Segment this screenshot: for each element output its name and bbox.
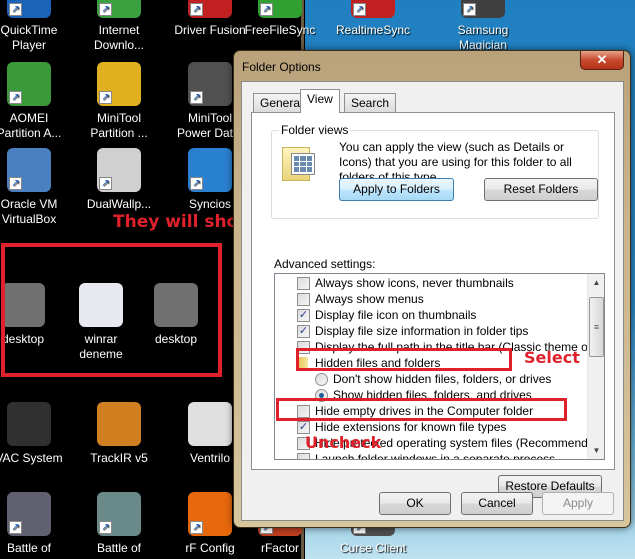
- app-icon: ↗: [97, 0, 141, 18]
- desktop-icon-label: TrackIR v5: [90, 451, 148, 465]
- setting-label: Always show menus: [315, 292, 424, 306]
- annotation-box-hidden-files: [1, 243, 222, 377]
- app-icon: ↗: [188, 62, 232, 106]
- desktop-icon-label: Curse Client: [339, 541, 407, 555]
- desktop-icon-label: DualWallp...: [86, 197, 152, 211]
- reset-folders-button[interactable]: Reset Folders: [484, 178, 598, 201]
- desktop-icon[interactable]: ↗ MiniTool Partition ...: [76, 62, 162, 141]
- folder-views-label: Folder views: [279, 123, 351, 137]
- scroll-thumb[interactable]: ≡: [589, 297, 604, 357]
- desktop-icon[interactable]: VAC System: [0, 402, 72, 466]
- shortcut-arrow-icon: ↗: [190, 177, 203, 190]
- desktop-icon[interactable]: TrackIR v5: [76, 402, 162, 466]
- shortcut-arrow-icon: ↗: [99, 91, 112, 104]
- shortcut-arrow-icon: ↗: [99, 3, 112, 16]
- shortcut-arrow-icon: ↗: [190, 3, 203, 16]
- shortcut-arrow-icon: ↗: [260, 3, 273, 16]
- setting-label: Always show icons, never thumbnails: [315, 276, 514, 290]
- folder-views-group: Folder views You can apply the view (suc…: [271, 123, 599, 219]
- tab-search[interactable]: Search: [344, 93, 397, 112]
- desktop-icon[interactable]: ↗ Samsung Magician: [440, 0, 526, 53]
- dialog-title: Folder Options: [242, 60, 321, 74]
- app-icon: ↗: [258, 0, 302, 18]
- annotation-uncheck: Uncheck: [305, 433, 382, 452]
- desktop-icon[interactable]: ↗ FreeFileSync: [237, 0, 323, 38]
- checkbox-unchecked[interactable]: [297, 293, 310, 306]
- setting-label: Don't show hidden files, folders, or dri…: [333, 372, 552, 386]
- cancel-button[interactable]: Cancel: [461, 492, 533, 515]
- dialog-client: General View Search Folder views You can…: [241, 81, 624, 521]
- desktop-icon-label: QuickTime Player: [0, 23, 58, 52]
- app-icon: ↗: [7, 148, 51, 192]
- app-icon: ↗: [97, 148, 141, 192]
- app-icon: ↗: [7, 492, 51, 536]
- app-icon: [97, 402, 141, 446]
- desktop-icon[interactable]: ↗ Oracle VM VirtualBox: [0, 148, 72, 227]
- checkbox-unchecked[interactable]: [297, 453, 310, 459]
- shortcut-arrow-icon: ↗: [353, 3, 366, 16]
- desktop-icon-label: RealtimeSync: [335, 23, 411, 37]
- desktop-icon-label: Internet Downlo...: [93, 23, 145, 52]
- shortcut-arrow-icon: ↗: [190, 521, 203, 534]
- shortcut-arrow-icon: ↗: [463, 3, 476, 16]
- apply-to-folders-button[interactable]: Apply to Folders: [339, 178, 454, 201]
- ok-button[interactable]: OK: [379, 492, 451, 515]
- desktop-icon[interactable]: ↗ Internet Downlo...: [76, 0, 162, 53]
- desktop-icon-label: rFactor: [260, 541, 299, 555]
- app-icon: [7, 402, 51, 446]
- setting-label: Display file size information in folder …: [315, 324, 529, 338]
- folder-view-icon: [282, 147, 315, 181]
- close-button[interactable]: ✕: [580, 51, 624, 70]
- apply-button[interactable]: Apply: [542, 492, 614, 515]
- folder-options-dialog: Folder Options ✕ General View Search Fol…: [233, 50, 631, 528]
- desktop-icon-label: FreeFileSync: [244, 23, 316, 37]
- radio-unselected[interactable]: [315, 373, 328, 386]
- shortcut-arrow-icon: ↗: [9, 177, 22, 190]
- annotation-box-protected-files: [276, 398, 567, 421]
- setting-label: Launch folder windows in a separate proc…: [315, 452, 556, 460]
- checkbox-unchecked[interactable]: [297, 277, 310, 290]
- desktop-icon[interactable]: ↗ QuickTime Player: [0, 0, 72, 53]
- shortcut-arrow-icon: ↗: [190, 91, 203, 104]
- annotation-box-show-hidden: [296, 348, 512, 371]
- annotation-select: Select: [524, 348, 580, 367]
- desktop-icon[interactable]: ↗ Battle of: [76, 492, 162, 556]
- shortcut-arrow-icon: ↗: [9, 91, 22, 104]
- desktop-icon-label: Battle of: [6, 541, 52, 555]
- desktop-icon[interactable]: ↗ AOMEI Partition A...: [0, 62, 72, 141]
- desktop-icon-label: Samsung Magician: [457, 23, 509, 52]
- app-icon: ↗: [461, 0, 505, 18]
- desktop-icon-label: MiniTool Partition ...: [90, 111, 148, 140]
- shortcut-arrow-icon: ↗: [9, 3, 22, 16]
- checkbox-checked[interactable]: ✓: [297, 325, 310, 338]
- app-icon: ↗: [97, 492, 141, 536]
- app-icon: ↗: [7, 62, 51, 106]
- desktop-icon[interactable]: ↗ Battle of: [0, 492, 72, 556]
- desktop-icon-label: VAC System: [0, 451, 63, 465]
- checkbox-checked[interactable]: ✓: [297, 309, 310, 322]
- app-icon: ↗: [188, 0, 232, 18]
- app-icon: ↗: [97, 62, 141, 106]
- desktop-icon-label: Oracle VM VirtualBox: [0, 197, 58, 226]
- app-icon: ↗: [7, 0, 51, 18]
- setting-label: Display file icon on thumbnails: [315, 308, 477, 322]
- app-icon: ↗: [188, 148, 232, 192]
- tab-view[interactable]: View: [300, 89, 340, 113]
- desktop-icon-label: AOMEI Partition A...: [0, 111, 62, 140]
- app-icon: ↗: [351, 0, 395, 18]
- desktop-icon-label: Battle of: [96, 541, 142, 555]
- shortcut-arrow-icon: ↗: [99, 177, 112, 190]
- scroll-up-arrow[interactable]: ▲: [588, 274, 604, 291]
- scrollbar[interactable]: ▲ ≡ ▼: [587, 274, 604, 459]
- scroll-down-arrow[interactable]: ▼: [588, 442, 604, 459]
- shortcut-arrow-icon: ↗: [9, 521, 22, 534]
- app-icon: ↗: [188, 492, 232, 536]
- shortcut-arrow-icon: ↗: [99, 521, 112, 534]
- desktop-icon[interactable]: ↗ DualWallp...: [76, 148, 162, 212]
- desktop-icon[interactable]: ↗ RealtimeSync: [330, 0, 416, 38]
- app-icon: [188, 402, 232, 446]
- advanced-settings-label: Advanced settings:: [274, 257, 376, 271]
